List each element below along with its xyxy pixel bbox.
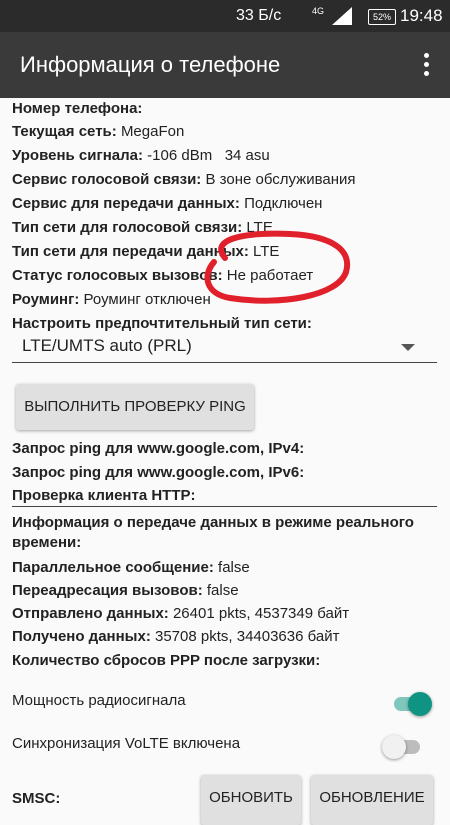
battery-icon: 52% bbox=[368, 9, 396, 25]
ping-ipv6-row: Запрос ping для www.google.com, IPv6: bbox=[12, 464, 304, 481]
app-bar: Информация о телефоне bbox=[0, 32, 450, 98]
toggle-knob bbox=[408, 692, 432, 716]
ping-ipv4-row: Запрос ping для www.google.com, IPv4: bbox=[12, 440, 304, 457]
current-network-row: Текущая сеть: MegaFon bbox=[12, 123, 184, 140]
voice-service-row: Сервис голосовой связи: В зоне обслужива… bbox=[12, 171, 356, 188]
voice-network-type-label: Тип сети для голосовой связи: bbox=[12, 219, 243, 236]
signal-level-label: Уровень сигнала: bbox=[12, 147, 143, 164]
divider bbox=[12, 506, 437, 507]
parallel-message-value: false bbox=[218, 559, 250, 576]
ping-ipv6-label: Запрос ping для www.google.com, IPv6: bbox=[12, 464, 305, 481]
data-network-type-row: Тип сети для передачи данных: LTE bbox=[12, 243, 279, 260]
volte-sync-toggle[interactable] bbox=[382, 735, 420, 759]
call-forward-label: Переадресация вызовов: bbox=[12, 582, 203, 599]
voice-call-status-label: Статус голосовых вызовов: bbox=[12, 267, 223, 284]
smsc-update-button[interactable]: ОБНОВИТЬ bbox=[201, 775, 301, 825]
parallel-message-row: Параллельное сообщение: false bbox=[12, 559, 250, 576]
data-network-type-label: Тип сети для передачи данных: bbox=[12, 243, 249, 260]
smsc-refresh-button[interactable]: ОБНОВЛЕНИЕ bbox=[311, 775, 433, 825]
realtime-title-line2: времени: bbox=[12, 534, 81, 551]
signal-icon bbox=[332, 7, 352, 25]
parallel-message-label: Параллельное сообщение: bbox=[12, 559, 214, 576]
clock: 19:48 bbox=[400, 6, 443, 25]
toggle-knob bbox=[382, 735, 406, 759]
radio-power-label: Мощность радиосигнала bbox=[12, 692, 186, 709]
page-title: Информация о телефоне bbox=[20, 52, 281, 77]
signal-level-row: Уровень сигнала: -106 dBm 34 asu bbox=[12, 147, 270, 164]
dropdown-arrow-icon bbox=[401, 344, 415, 351]
overflow-menu-icon[interactable] bbox=[424, 53, 430, 77]
voice-service-value: В зоне обслуживания bbox=[205, 171, 356, 188]
signal-level-value: -106 dBm 34 asu bbox=[147, 147, 270, 164]
phone-number-row: Номер телефона: bbox=[12, 100, 142, 117]
voice-service-label: Сервис голосовой связи: bbox=[12, 171, 202, 188]
run-ping-button[interactable]: ВЫПОЛНИТЬ ПРОВЕРКУ PING bbox=[16, 384, 254, 430]
current-network-label: Текущая сеть: bbox=[12, 123, 117, 140]
voice-call-status-row: Статус голосовых вызовов: Не работает bbox=[12, 267, 313, 284]
current-network-value: MegaFon bbox=[120, 123, 185, 140]
data-sent-label: Отправлено данных: bbox=[12, 605, 169, 622]
roaming-row: Роуминг: Роуминг отключен bbox=[12, 291, 211, 308]
smsc-label: SMSC: bbox=[12, 790, 61, 807]
data-sent-value: 26401 pkts, 4537349 байт bbox=[172, 605, 350, 622]
realtime-title-line1: Информация о передаче данных в режиме ре… bbox=[12, 514, 414, 531]
data-service-label: Сервис для передачи данных: bbox=[12, 195, 240, 212]
radio-power-toggle[interactable] bbox=[394, 692, 432, 716]
voice-network-type-row: Тип сети для голосовой связи: LTE bbox=[12, 219, 273, 236]
realtime-title-text1: Информация о передаче данных в режиме ре… bbox=[12, 514, 414, 531]
ping-ipv4-label: Запрос ping для www.google.com, IPv4: bbox=[12, 440, 305, 457]
network-type-selected: LTE/UMTS auto (PRL) bbox=[22, 336, 192, 355]
call-forward-row: Переадресация вызовов: false bbox=[12, 582, 239, 599]
phone-number-label: Номер телефона: bbox=[12, 100, 143, 117]
volte-sync-label: Синхронизация VoLTE включена bbox=[12, 735, 241, 752]
http-check-row: Проверка клиента HTTP: bbox=[12, 487, 196, 504]
data-received-row: Получено данных: 35708 pkts, 34403636 ба… bbox=[12, 628, 339, 645]
network-speed: 33 Б/с bbox=[236, 7, 282, 24]
data-received-value: 35708 pkts, 34403636 байт bbox=[155, 628, 340, 645]
data-sent-row: Отправлено данных: 26401 pkts, 4537349 б… bbox=[12, 605, 349, 622]
status-bar: 33 Б/с 4G 52% 19:48 bbox=[0, 0, 450, 32]
realtime-title-text2: времени: bbox=[12, 534, 82, 551]
ppp-resets-label: Количество сбросов PPP после загрузки: bbox=[12, 652, 321, 669]
preferred-network-row: Настроить предпочтительный тип сети: bbox=[12, 315, 312, 332]
data-service-row: Сервис для передачи данных: Подключен bbox=[12, 195, 322, 212]
data-network-type-value: LTE bbox=[253, 243, 280, 260]
preferred-network-label: Настроить предпочтительный тип сети: bbox=[12, 315, 312, 332]
call-forward-value: false bbox=[206, 582, 239, 599]
http-check-label: Проверка клиента HTTP: bbox=[12, 487, 196, 504]
data-service-value: Подключен bbox=[244, 195, 323, 212]
roaming-label: Роуминг: bbox=[12, 291, 80, 308]
voice-call-status-value: Не работает bbox=[226, 267, 314, 284]
network-type-spinner[interactable]: LTE/UMTS auto (PRL) bbox=[12, 332, 437, 363]
roaming-value: Роуминг отключен bbox=[83, 291, 211, 308]
voice-network-type-value: LTE bbox=[246, 219, 273, 236]
ppp-resets-row: Количество сбросов PPP после загрузки: bbox=[12, 652, 320, 669]
data-received-label: Получено данных: bbox=[12, 628, 151, 645]
smsc-row: SMSC: bbox=[12, 790, 60, 807]
